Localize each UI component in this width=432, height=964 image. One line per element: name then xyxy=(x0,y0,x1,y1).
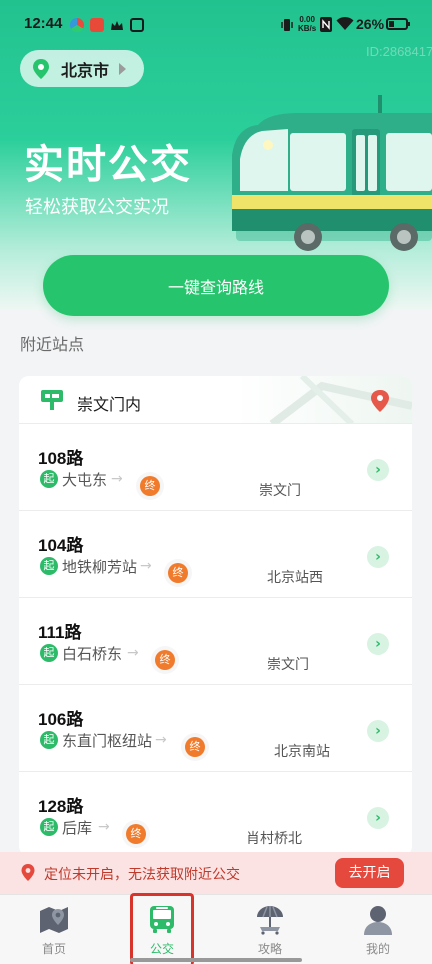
enable-location-button[interactable]: 去开启 xyxy=(335,858,404,888)
umbrella-beach-icon xyxy=(257,906,283,935)
battery-percent: 26% xyxy=(356,16,385,32)
end-badge: 终 xyxy=(136,472,164,500)
start-badge: 起 xyxy=(40,818,58,836)
tab-label: 攻略 xyxy=(257,942,282,956)
route-end: 肖村桥北 xyxy=(246,831,302,847)
wifi-icon xyxy=(336,16,354,35)
end-badge-label: 终 xyxy=(168,563,188,583)
route-row[interactable]: 104路 起 地铁柳芳站 → 终 北京站西 › xyxy=(19,511,412,598)
location-pin-icon xyxy=(21,864,35,881)
route-end: 北京站西 xyxy=(267,570,323,586)
route-row[interactable]: 108路 起 大屯东 → 终 崇文门 › xyxy=(19,424,412,511)
tab-label: 我的 xyxy=(365,942,390,956)
crown-icon xyxy=(110,18,124,32)
location-pin-icon xyxy=(33,58,49,79)
city-name: 北京市 xyxy=(61,60,110,80)
stop-name: 崇文门内 xyxy=(77,395,142,414)
end-badge-label: 终 xyxy=(185,737,205,757)
chevron-right-icon[interactable]: › xyxy=(367,546,389,568)
route-start: 东直门枢纽站 xyxy=(62,732,153,750)
location-warning-bar: 定位未开启，无法获取附近公交 去开启 xyxy=(0,852,432,894)
app-notification-icon xyxy=(130,18,144,32)
nearby-section-title: 附近站点 xyxy=(20,335,85,354)
chevron-right-icon[interactable]: › xyxy=(367,633,389,655)
route-name: 104路 xyxy=(38,536,84,555)
end-badge: 终 xyxy=(122,820,150,848)
route-row[interactable]: 111路 起 白石桥东 → 终 崇文门 › xyxy=(19,598,412,685)
home-indicator xyxy=(130,958,302,962)
arrow-right-icon: → xyxy=(111,471,123,487)
person-icon xyxy=(364,906,392,935)
active-tab-highlight xyxy=(130,893,194,964)
route-name: 111路 xyxy=(38,623,82,642)
arrow-right-icon: → xyxy=(98,819,110,835)
city-selector[interactable]: 北京市 xyxy=(20,50,144,87)
tab-guide[interactable]: 攻略 xyxy=(216,895,324,964)
bus-stop-icon xyxy=(41,390,63,410)
route-start: 后库 xyxy=(62,819,93,837)
query-route-button[interactable]: 一键查询路线 xyxy=(43,255,389,316)
route-name: 106路 xyxy=(38,710,84,729)
arrow-right-icon: → xyxy=(155,732,167,748)
vibrate-icon xyxy=(280,17,294,37)
end-badge-label: 终 xyxy=(126,824,146,844)
chevron-right-icon[interactable]: › xyxy=(367,720,389,742)
route-end: 北京南站 xyxy=(274,744,330,760)
start-badge: 起 xyxy=(40,731,58,749)
end-badge-label: 终 xyxy=(140,476,160,496)
network-speed-unit: KB/s xyxy=(298,24,317,33)
status-time: 12:44 xyxy=(24,15,63,32)
route-end: 崇文门 xyxy=(267,657,309,673)
end-badge: 终 xyxy=(181,733,209,761)
arrow-right-icon: → xyxy=(127,645,139,661)
route-name: 128路 xyxy=(38,797,84,816)
tram-illustration xyxy=(232,95,432,251)
network-speed-value: 0.00 xyxy=(299,15,315,24)
chevron-right-icon[interactable]: › xyxy=(367,459,389,481)
end-badge: 终 xyxy=(151,646,179,674)
route-name: 108路 xyxy=(38,449,84,468)
page-subtitle: 轻松获取公交实况 xyxy=(25,197,169,218)
route-start: 大屯东 xyxy=(62,471,108,489)
bottom-tab-bar: 首页 公交 攻略 我的 xyxy=(0,894,432,964)
caret-right-icon xyxy=(119,62,127,75)
route-row[interactable]: 128路 起 后库 → 终 肖村桥北 › xyxy=(19,772,412,856)
route-start: 地铁柳芳站 xyxy=(62,558,138,576)
end-badge-label: 终 xyxy=(155,650,175,670)
nearby-stop-card: 崇文门内 108路 起 大屯东 → 终 崇文门 › 104路 起 地铁柳芳站 →… xyxy=(19,376,412,856)
arrow-right-icon: → xyxy=(140,558,152,574)
end-badge: 终 xyxy=(164,559,192,587)
nfc-icon xyxy=(320,17,332,36)
location-warning-text: 定位未开启，无法获取附近公交 xyxy=(44,867,240,883)
stop-header[interactable]: 崇文门内 xyxy=(19,376,412,424)
network-speed: 0.00 KB/s xyxy=(298,15,316,33)
chevron-right-icon[interactable]: › xyxy=(367,807,389,829)
tab-home[interactable]: 首页 xyxy=(0,895,108,964)
app-notification-icon xyxy=(90,18,104,32)
start-badge: 起 xyxy=(40,557,58,575)
map-icon xyxy=(40,907,68,933)
battery-icon xyxy=(386,18,410,30)
page-title: 实时公交 xyxy=(24,142,192,188)
route-start: 白石桥东 xyxy=(62,645,123,663)
route-end: 崇文门 xyxy=(259,483,301,499)
tab-profile[interactable]: 我的 xyxy=(324,895,432,964)
status-bar: 12:44 0.00 KB/s 26% xyxy=(0,0,432,50)
route-row[interactable]: 106路 起 东直门枢纽站 → 终 北京南站 › xyxy=(19,685,412,772)
start-badge: 起 xyxy=(40,470,58,488)
start-badge: 起 xyxy=(40,644,58,662)
app-notification-icon xyxy=(70,18,84,32)
watermark-id: ID:2868417 xyxy=(366,44,432,59)
tab-label: 首页 xyxy=(41,942,66,956)
map-thumbnail xyxy=(269,376,412,424)
